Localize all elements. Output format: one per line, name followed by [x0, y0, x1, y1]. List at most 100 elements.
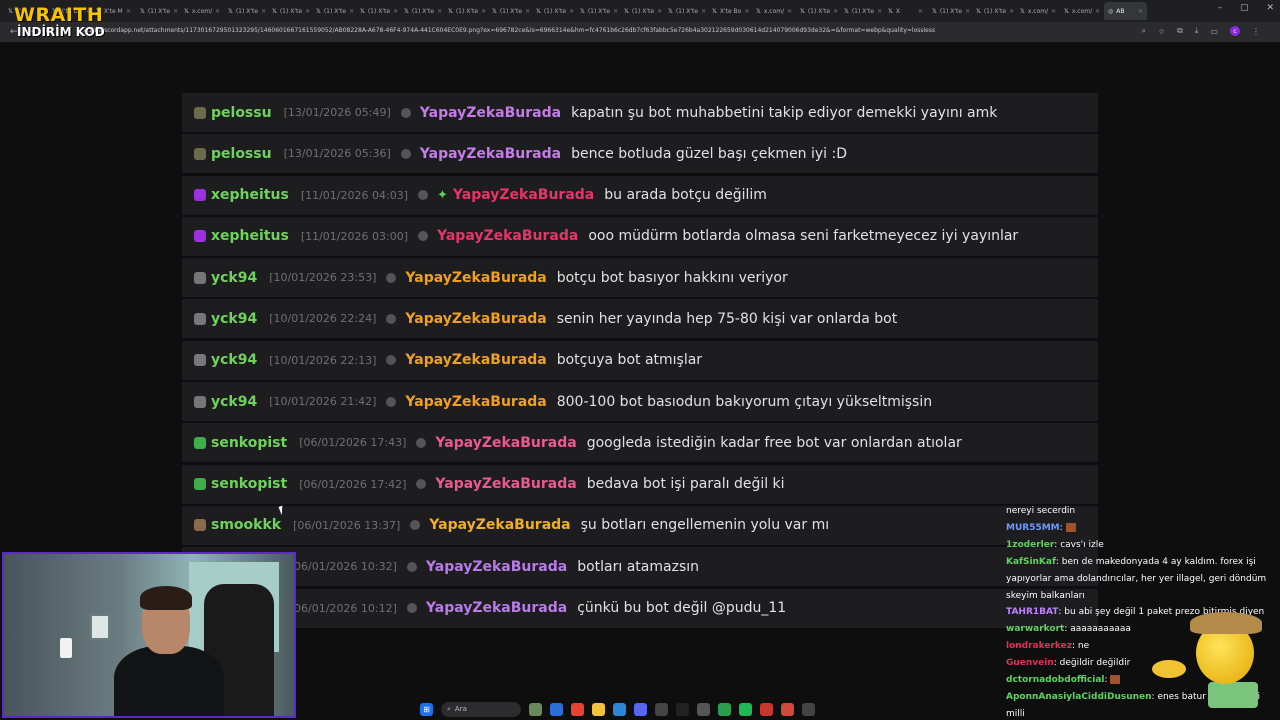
message-username[interactable]: yck94 [211, 311, 257, 327]
spotify-icon[interactable] [739, 702, 752, 716]
message-username[interactable]: xepheitus [211, 187, 289, 203]
user-avatar[interactable] [194, 106, 206, 119]
close-tab-icon[interactable]: ✕ [481, 8, 486, 15]
discord-icon[interactable] [634, 702, 647, 716]
close-tab-icon[interactable]: ✕ [305, 8, 310, 15]
settings-icon[interactable] [802, 702, 815, 716]
close-tab-icon[interactable]: ✕ [393, 8, 398, 15]
widget-icon[interactable] [529, 702, 542, 716]
message-channel[interactable]: YapayZekaBurada [426, 559, 567, 575]
browser-tab[interactable]: 𝕏x.com/✕ [1016, 2, 1059, 20]
bookmark-star-icon[interactable]: ☆ [1158, 27, 1165, 36]
copilot-icon[interactable] [550, 702, 563, 716]
chrome-icon[interactable] [571, 702, 584, 716]
close-tab-icon[interactable]: ✕ [1009, 8, 1014, 15]
terminal-icon[interactable] [676, 702, 689, 716]
message-username[interactable]: senkopist [211, 435, 287, 451]
maximize-icon[interactable]: ▢ [1240, 3, 1249, 13]
user-avatar[interactable] [194, 230, 206, 243]
browser-tab[interactable]: 𝕏 (1) X'te ✕ [224, 2, 267, 20]
message-username[interactable]: xepheitus [211, 228, 289, 244]
close-tab-icon[interactable]: ✕ [657, 8, 662, 15]
close-tab-icon[interactable]: ✕ [877, 8, 882, 15]
sidebar-icon[interactable]: ▭ [1210, 27, 1218, 36]
browser-tab[interactable]: 𝕏 (1) X'te ✕ [620, 2, 663, 20]
download-icon[interactable]: ⤓ [1195, 26, 1199, 36]
message-channel[interactable]: YapayZekaBurada [437, 228, 578, 244]
extensions-icon[interactable]: ⧉ [1177, 26, 1183, 36]
obs-icon[interactable] [697, 702, 710, 716]
user-avatar[interactable] [194, 312, 206, 325]
message-channel[interactable]: YapayZekaBurada [405, 311, 546, 327]
close-tab-icon[interactable]: ✕ [126, 8, 131, 15]
message-channel[interactable]: YapayZekaBurada [420, 146, 561, 162]
close-tab-icon[interactable]: ✕ [1095, 8, 1100, 15]
message-channel[interactable]: YapayZekaBurada [405, 394, 546, 410]
close-tab-icon[interactable]: ✕ [437, 8, 442, 15]
start-icon[interactable]: ⊞ [420, 702, 433, 716]
user-avatar[interactable] [194, 478, 206, 491]
browser-tab[interactable]: 𝕏 (1) X'te ✕ [488, 2, 531, 20]
user-avatar[interactable] [194, 189, 206, 202]
browser-tab[interactable]: 𝕏 (1) X'te ✕ [400, 2, 443, 20]
browser-tab[interactable]: 𝕏 (1) X'te ✕ [576, 2, 619, 20]
browser-tab[interactable]: 𝕏 (1) X'te ✕ [356, 2, 399, 20]
browser-tab[interactable]: 𝕏 (1) X'te ✕ [840, 2, 883, 20]
close-window-icon[interactable]: ✕ [1266, 3, 1274, 13]
close-tab-icon[interactable]: ✕ [215, 8, 220, 15]
message-channel[interactable]: YapayZekaBurada [405, 352, 546, 368]
message-channel[interactable]: YapayZekaBurada [420, 105, 561, 121]
close-tab-icon[interactable]: ✕ [965, 8, 970, 15]
close-tab-icon[interactable]: ✕ [701, 8, 706, 15]
user-avatar[interactable] [194, 436, 206, 449]
user-avatar[interactable] [194, 271, 206, 284]
browser-tab[interactable]: 𝕏 X'te Bo ✕ [708, 2, 751, 20]
message-channel[interactable]: YapayZekaBurada [435, 476, 576, 492]
user-avatar[interactable] [194, 519, 206, 532]
browser-tab[interactable]: 𝕏 (1) X'te ✕ [312, 2, 355, 20]
zoom-icon[interactable]: ⌕ [1142, 26, 1146, 36]
message-channel[interactable]: YapayZekaBurada [435, 435, 576, 451]
browser-tab[interactable]: 𝕏 (1) X'te ✕ [532, 2, 575, 20]
app-icon[interactable] [655, 702, 668, 716]
browser-tab[interactable]: 𝕏x.com/✕ [180, 2, 223, 20]
close-tab-icon[interactable]: ✕ [744, 8, 749, 15]
minimize-icon[interactable]: – [1217, 3, 1222, 13]
taskbar-search[interactable]: ⌕ Ara [441, 701, 521, 717]
message-username[interactable]: yck94 [211, 270, 257, 286]
close-tab-icon[interactable]: ✕ [918, 8, 923, 15]
browser-tab[interactable]: 𝕏 (1) X'te ✕ [796, 2, 839, 20]
message-username[interactable]: smookkk [211, 517, 281, 533]
message-username[interactable]: pelossu [211, 105, 272, 121]
close-tab-icon[interactable]: ✕ [525, 8, 530, 15]
file-explorer-icon[interactable] [592, 702, 605, 716]
browser-tab[interactable]: 𝕏 (1) X'te ✕ [444, 2, 487, 20]
browser-tab[interactable]: 𝕏 X ✕ [884, 2, 927, 20]
user-avatar[interactable] [194, 395, 206, 408]
browser-tab[interactable]: 𝕏 (1) X'te ✕ [928, 2, 971, 20]
close-tab-icon[interactable]: ✕ [261, 8, 266, 15]
browser-tab[interactable]: ◎ AB ✕ [1104, 2, 1147, 20]
close-tab-icon[interactable]: ✕ [613, 8, 618, 15]
message-username[interactable]: senkopist [211, 476, 287, 492]
close-tab-icon[interactable]: ✕ [349, 8, 354, 15]
profile-avatar-icon[interactable]: c [1230, 26, 1240, 36]
browser-tab[interactable]: 𝕏 (1) X'te ✕ [268, 2, 311, 20]
browser-tab[interactable]: 𝕏x.com/✕ [1060, 2, 1103, 20]
close-tab-icon[interactable]: ✕ [1138, 8, 1143, 15]
close-tab-icon[interactable]: ✕ [1051, 8, 1056, 15]
browser-tab[interactable]: 𝕏 (1) X'te ✕ [136, 2, 179, 20]
edge-icon[interactable] [613, 702, 626, 716]
browser-tab[interactable]: 𝕏 (1) X'te ✕ [972, 2, 1015, 20]
user-avatar[interactable] [194, 354, 206, 367]
message-channel[interactable]: YapayZekaBurada [426, 600, 567, 616]
message-username[interactable]: yck94 [211, 394, 257, 410]
close-tab-icon[interactable]: ✕ [569, 8, 574, 15]
message-channel[interactable]: YapayZekaBurada [453, 187, 594, 203]
close-tab-icon[interactable]: ✕ [787, 8, 792, 15]
user-avatar[interactable] [194, 147, 206, 160]
close-tab-icon[interactable]: ✕ [173, 8, 178, 15]
message-username[interactable]: pelossu [211, 146, 272, 162]
game-icon[interactable] [718, 702, 731, 716]
message-channel[interactable]: YapayZekaBurada [429, 517, 570, 533]
